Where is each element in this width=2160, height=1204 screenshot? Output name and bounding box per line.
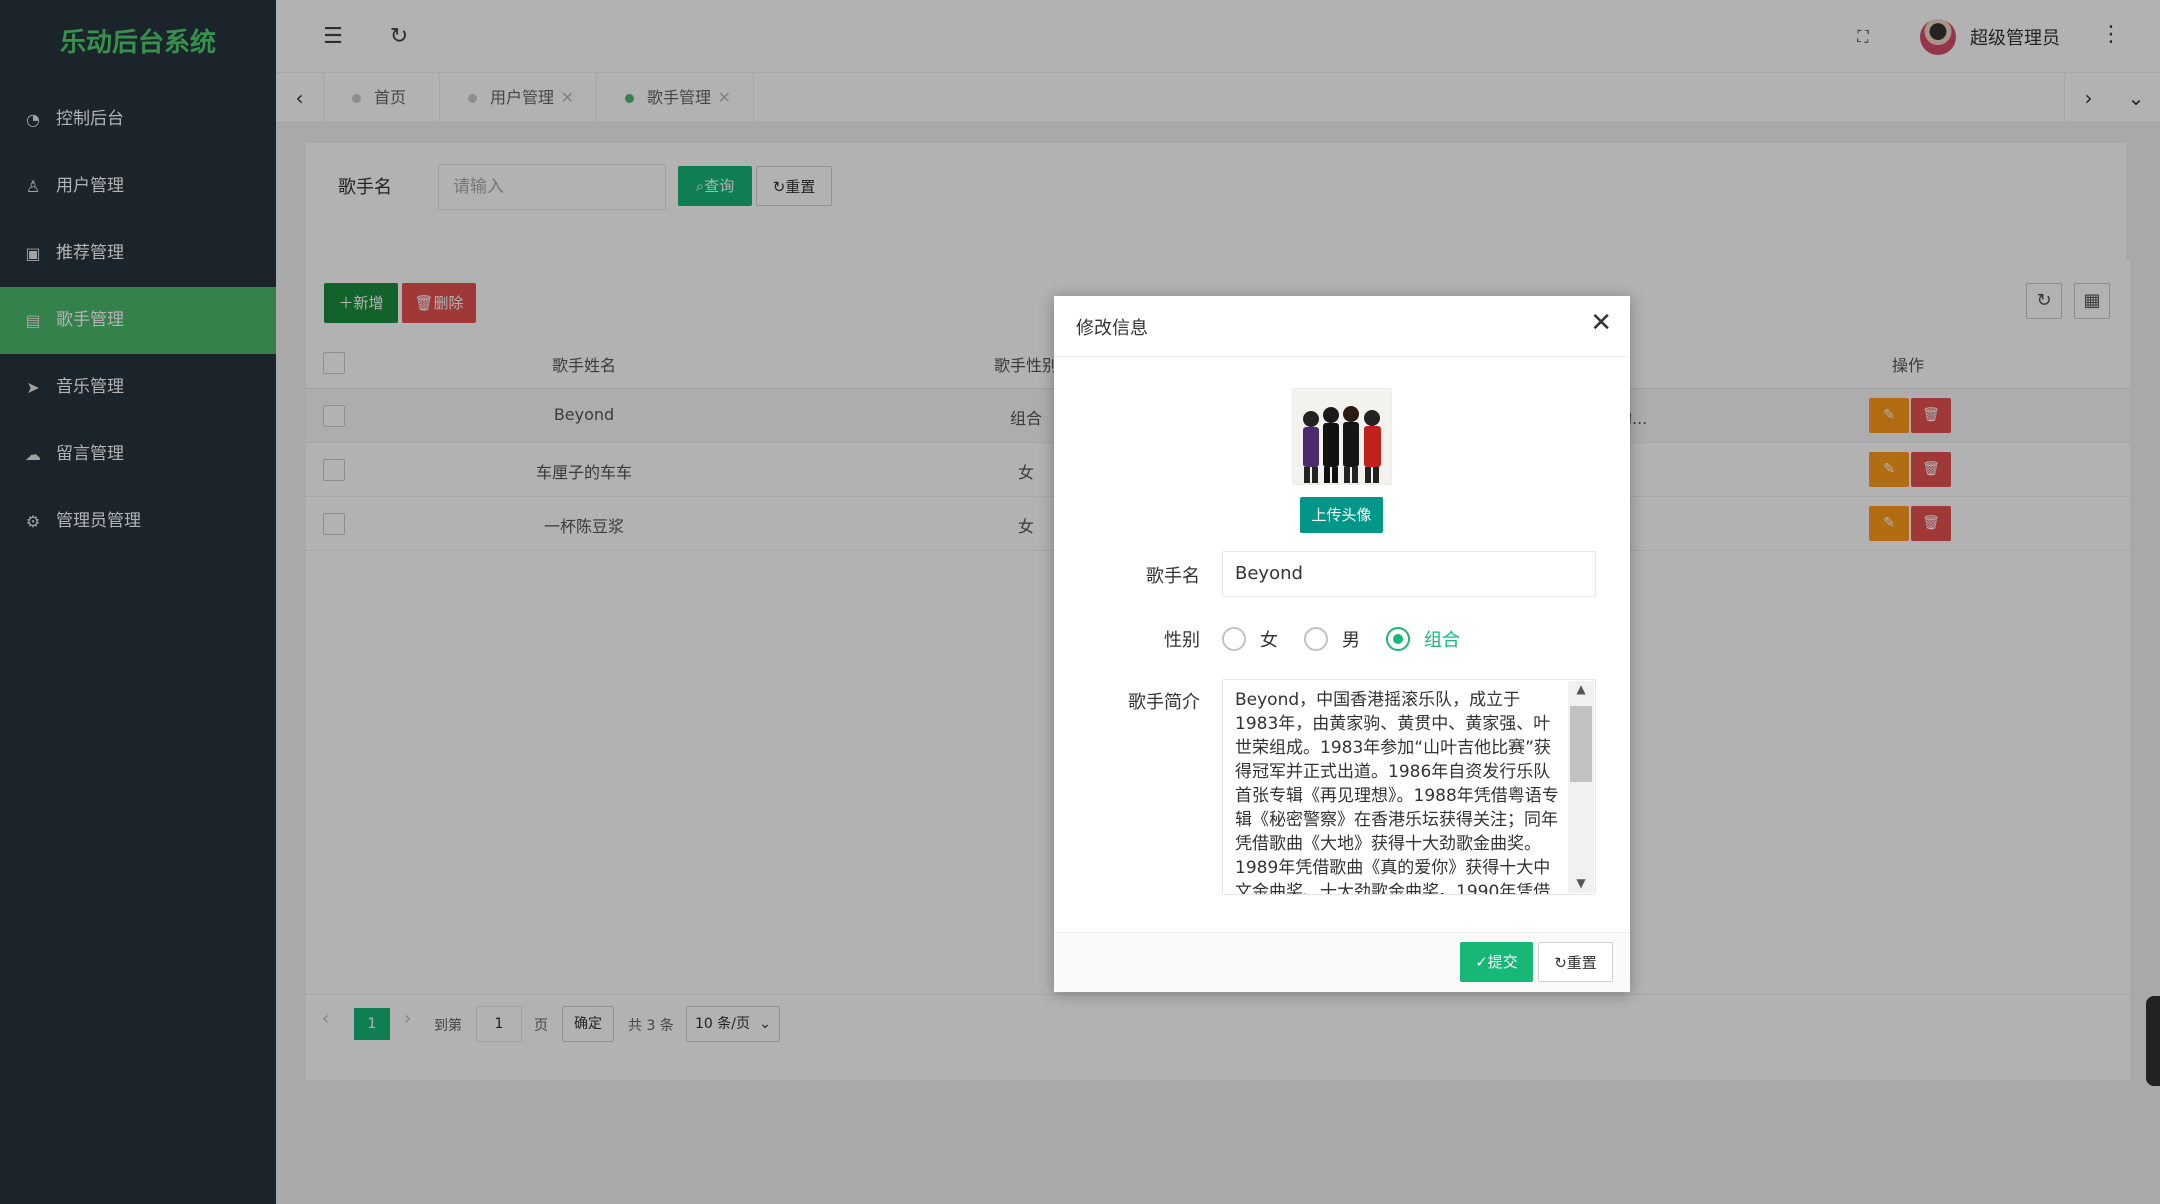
- singer-avatar-image: [1292, 388, 1392, 485]
- intro-label: 歌手简介: [1128, 692, 1200, 713]
- side-widget-handle[interactable]: [2146, 996, 2160, 1086]
- singer-name-input[interactable]: Beyond: [1222, 551, 1596, 597]
- scroll-up-icon[interactable]: ▲: [1568, 682, 1594, 696]
- reset-icon: ↻: [1554, 954, 1567, 972]
- textarea-scroll-thumb[interactable]: [1570, 706, 1592, 782]
- form-reset-button[interactable]: ↻重置: [1538, 942, 1613, 982]
- dialog-title: 修改信息: [1076, 318, 1148, 339]
- gender-radio-group[interactable]: 组合: [1386, 626, 1460, 652]
- scroll-down-icon[interactable]: ▼: [1568, 876, 1594, 890]
- singer-name-label: 歌手名: [1146, 566, 1200, 587]
- edit-singer-dialog: 修改信息 ✕ 上传头像 歌手名 Beyond 性别 女 男 组合 歌手简介 Be…: [1054, 296, 1630, 992]
- check-icon: ✓: [1475, 953, 1488, 971]
- close-icon[interactable]: ✕: [1590, 308, 1612, 338]
- dialog-header-divider: [1054, 356, 1630, 357]
- gender-radio-female[interactable]: 女: [1222, 626, 1278, 652]
- radio-circle: [1222, 627, 1246, 651]
- gender-label: 性别: [1164, 630, 1200, 651]
- radio-circle: [1304, 627, 1328, 651]
- gender-radio-male[interactable]: 男: [1304, 626, 1360, 652]
- singer-intro-textarea[interactable]: Beyond，中国香港摇滚乐队，成立于1983年，由黄家驹、黄贯中、黄家强、叶世…: [1222, 679, 1596, 895]
- upload-avatar-button[interactable]: 上传头像: [1300, 497, 1383, 533]
- radio-circle: [1386, 627, 1410, 651]
- submit-button[interactable]: ✓提交: [1460, 942, 1533, 982]
